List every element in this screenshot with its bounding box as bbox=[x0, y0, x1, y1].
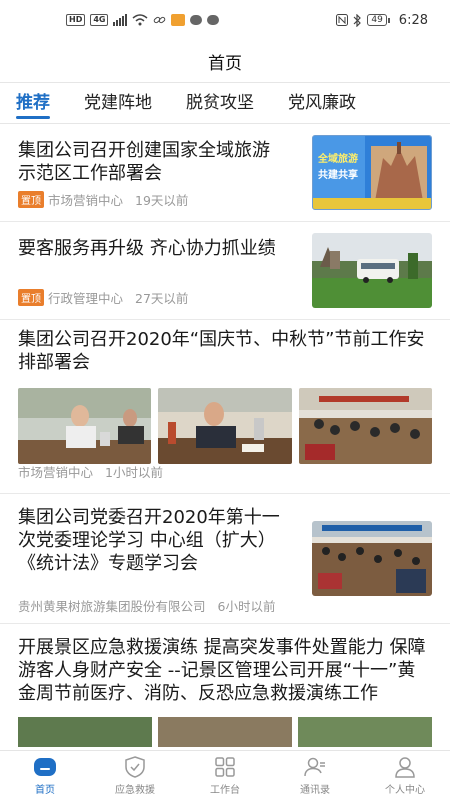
news-source: 市场营销中心 bbox=[18, 465, 94, 480]
news-image-row bbox=[18, 388, 432, 464]
news-time: 19天以前 bbox=[135, 193, 189, 208]
news-item[interactable]: 集团公司召开创建国家全域旅游示范区工作部署会 置顶 市场营销中心 19天以前 全… bbox=[0, 124, 450, 222]
nav-label: 通讯录 bbox=[300, 785, 330, 796]
hd-indicator: HD bbox=[66, 14, 86, 26]
news-source: 行政管理中心 bbox=[48, 291, 124, 306]
news-time: 27天以前 bbox=[135, 291, 189, 306]
news-photo bbox=[18, 717, 152, 747]
news-item[interactable]: 要客服务再升级 齐心协力抓业绩 置顶 行政管理中心 27天以前 bbox=[0, 222, 450, 320]
network-type-indicator: 4G bbox=[90, 14, 109, 26]
nav-label: 应急救援 bbox=[115, 785, 155, 796]
nav-contacts[interactable]: 通讯录 bbox=[270, 751, 360, 800]
bluetooth-icon bbox=[353, 13, 362, 27]
nav-label: 工作台 bbox=[210, 785, 240, 796]
message-icon bbox=[190, 15, 203, 25]
nav-profile[interactable]: 个人中心 bbox=[360, 751, 450, 800]
news-photo bbox=[298, 388, 432, 464]
app-notification-icon bbox=[171, 14, 186, 26]
svg-text:全域旅游: 全域旅游 bbox=[317, 152, 358, 165]
signal-icon bbox=[113, 14, 128, 26]
link-icon bbox=[154, 16, 166, 24]
news-item[interactable]: 集团公司党委召开2020年第十一次党委理论学习 中心组（扩大）《统计法》专题学习… bbox=[0, 494, 450, 624]
home-icon bbox=[34, 758, 56, 776]
news-item[interactable]: 集团公司召开2020年“国庆节、中秋节”节前工作安排部署会 市场营销中心 1小时… bbox=[0, 320, 450, 494]
pinned-badge: 置顶 bbox=[18, 191, 44, 208]
news-thumbnail: 全域旅游 共建共享 bbox=[312, 135, 432, 210]
status-bar: HD 4G 49 6:28 bbox=[0, 0, 450, 40]
nav-label: 首页 bbox=[35, 785, 55, 796]
battery-level: 49 bbox=[367, 14, 387, 26]
tab-party-building[interactable]: 党建阵地 bbox=[84, 83, 152, 123]
nav-label: 个人中心 bbox=[385, 785, 425, 796]
news-meta: 置顶 市场营销中心 19天以前 bbox=[18, 190, 188, 209]
nav-emergency-rescue[interactable]: 应急救援 bbox=[90, 751, 180, 800]
chat-icon bbox=[207, 15, 220, 25]
nav-workbench[interactable]: 工作台 bbox=[180, 751, 270, 800]
news-source: 市场营销中心 bbox=[48, 193, 124, 208]
news-photo bbox=[158, 388, 292, 464]
news-meta: 置顶 行政管理中心 27天以前 bbox=[18, 288, 188, 307]
news-time: 1小时以前 bbox=[105, 465, 163, 480]
person-icon bbox=[395, 757, 415, 778]
nfc-icon bbox=[336, 14, 349, 26]
news-source: 贵州黄果树旅游集团股份有限公司 bbox=[18, 599, 206, 614]
svg-text:共建共享: 共建共享 bbox=[318, 168, 358, 181]
news-item[interactable]: 开展景区应急救援演练 提高突发事件处置能力 保障游客人身财产安全 --记景区管理… bbox=[0, 624, 450, 750]
news-title: 集团公司召开2020年“国庆节、中秋节”节前工作安排部署会 bbox=[18, 329, 425, 373]
news-image-row bbox=[18, 717, 432, 747]
tab-recommended[interactable]: 推荐 bbox=[16, 83, 50, 123]
news-photo bbox=[18, 388, 152, 464]
news-feed: 集团公司召开创建国家全域旅游示范区工作部署会 置顶 市场营销中心 19天以前 全… bbox=[0, 124, 450, 750]
status-icons-left: HD 4G bbox=[66, 14, 220, 26]
news-photo bbox=[158, 717, 292, 747]
tab-poverty-alleviation[interactable]: 脱贫攻坚 bbox=[186, 83, 254, 123]
news-meta: 市场营销中心 1小时以前 bbox=[18, 462, 163, 481]
contacts-icon bbox=[304, 757, 325, 777]
news-meta: 贵州黄果树旅游集团股份有限公司 6小时以前 bbox=[18, 596, 302, 615]
news-title: 集团公司召开创建国家全域旅游示范区工作部署会 bbox=[18, 140, 270, 184]
news-thumbnail bbox=[312, 521, 432, 596]
page-header: 首页 bbox=[0, 40, 450, 82]
grid-icon bbox=[215, 757, 235, 777]
battery-icon: 49 bbox=[367, 14, 390, 26]
status-icons-right: 49 6:28 bbox=[336, 13, 428, 28]
news-photo bbox=[298, 717, 432, 747]
tab-integrity[interactable]: 党风廉政 bbox=[288, 83, 356, 123]
pinned-badge: 置顶 bbox=[18, 289, 44, 306]
news-time: 6小时以前 bbox=[217, 599, 276, 614]
shield-check-icon bbox=[125, 756, 145, 778]
clock: 6:28 bbox=[398, 12, 428, 28]
wifi-icon bbox=[132, 14, 148, 26]
page-title: 首页 bbox=[208, 53, 242, 74]
bottom-nav: 首页 应急救援 工作台 通讯录 个人中心 bbox=[0, 750, 450, 800]
category-tabs: 推荐 党建阵地 脱贫攻坚 党风廉政 bbox=[0, 82, 450, 124]
news-title: 集团公司党委召开2020年第十一次党委理论学习 中心组（扩大）《统计法》专题学习… bbox=[18, 507, 280, 574]
news-title: 要客服务再升级 齐心协力抓业绩 bbox=[18, 238, 276, 259]
news-title: 开展景区应急救援演练 提高突发事件处置能力 保障游客人身财产安全 --记景区管理… bbox=[18, 637, 426, 704]
news-thumbnail bbox=[312, 233, 432, 308]
nav-home[interactable]: 首页 bbox=[0, 751, 90, 800]
